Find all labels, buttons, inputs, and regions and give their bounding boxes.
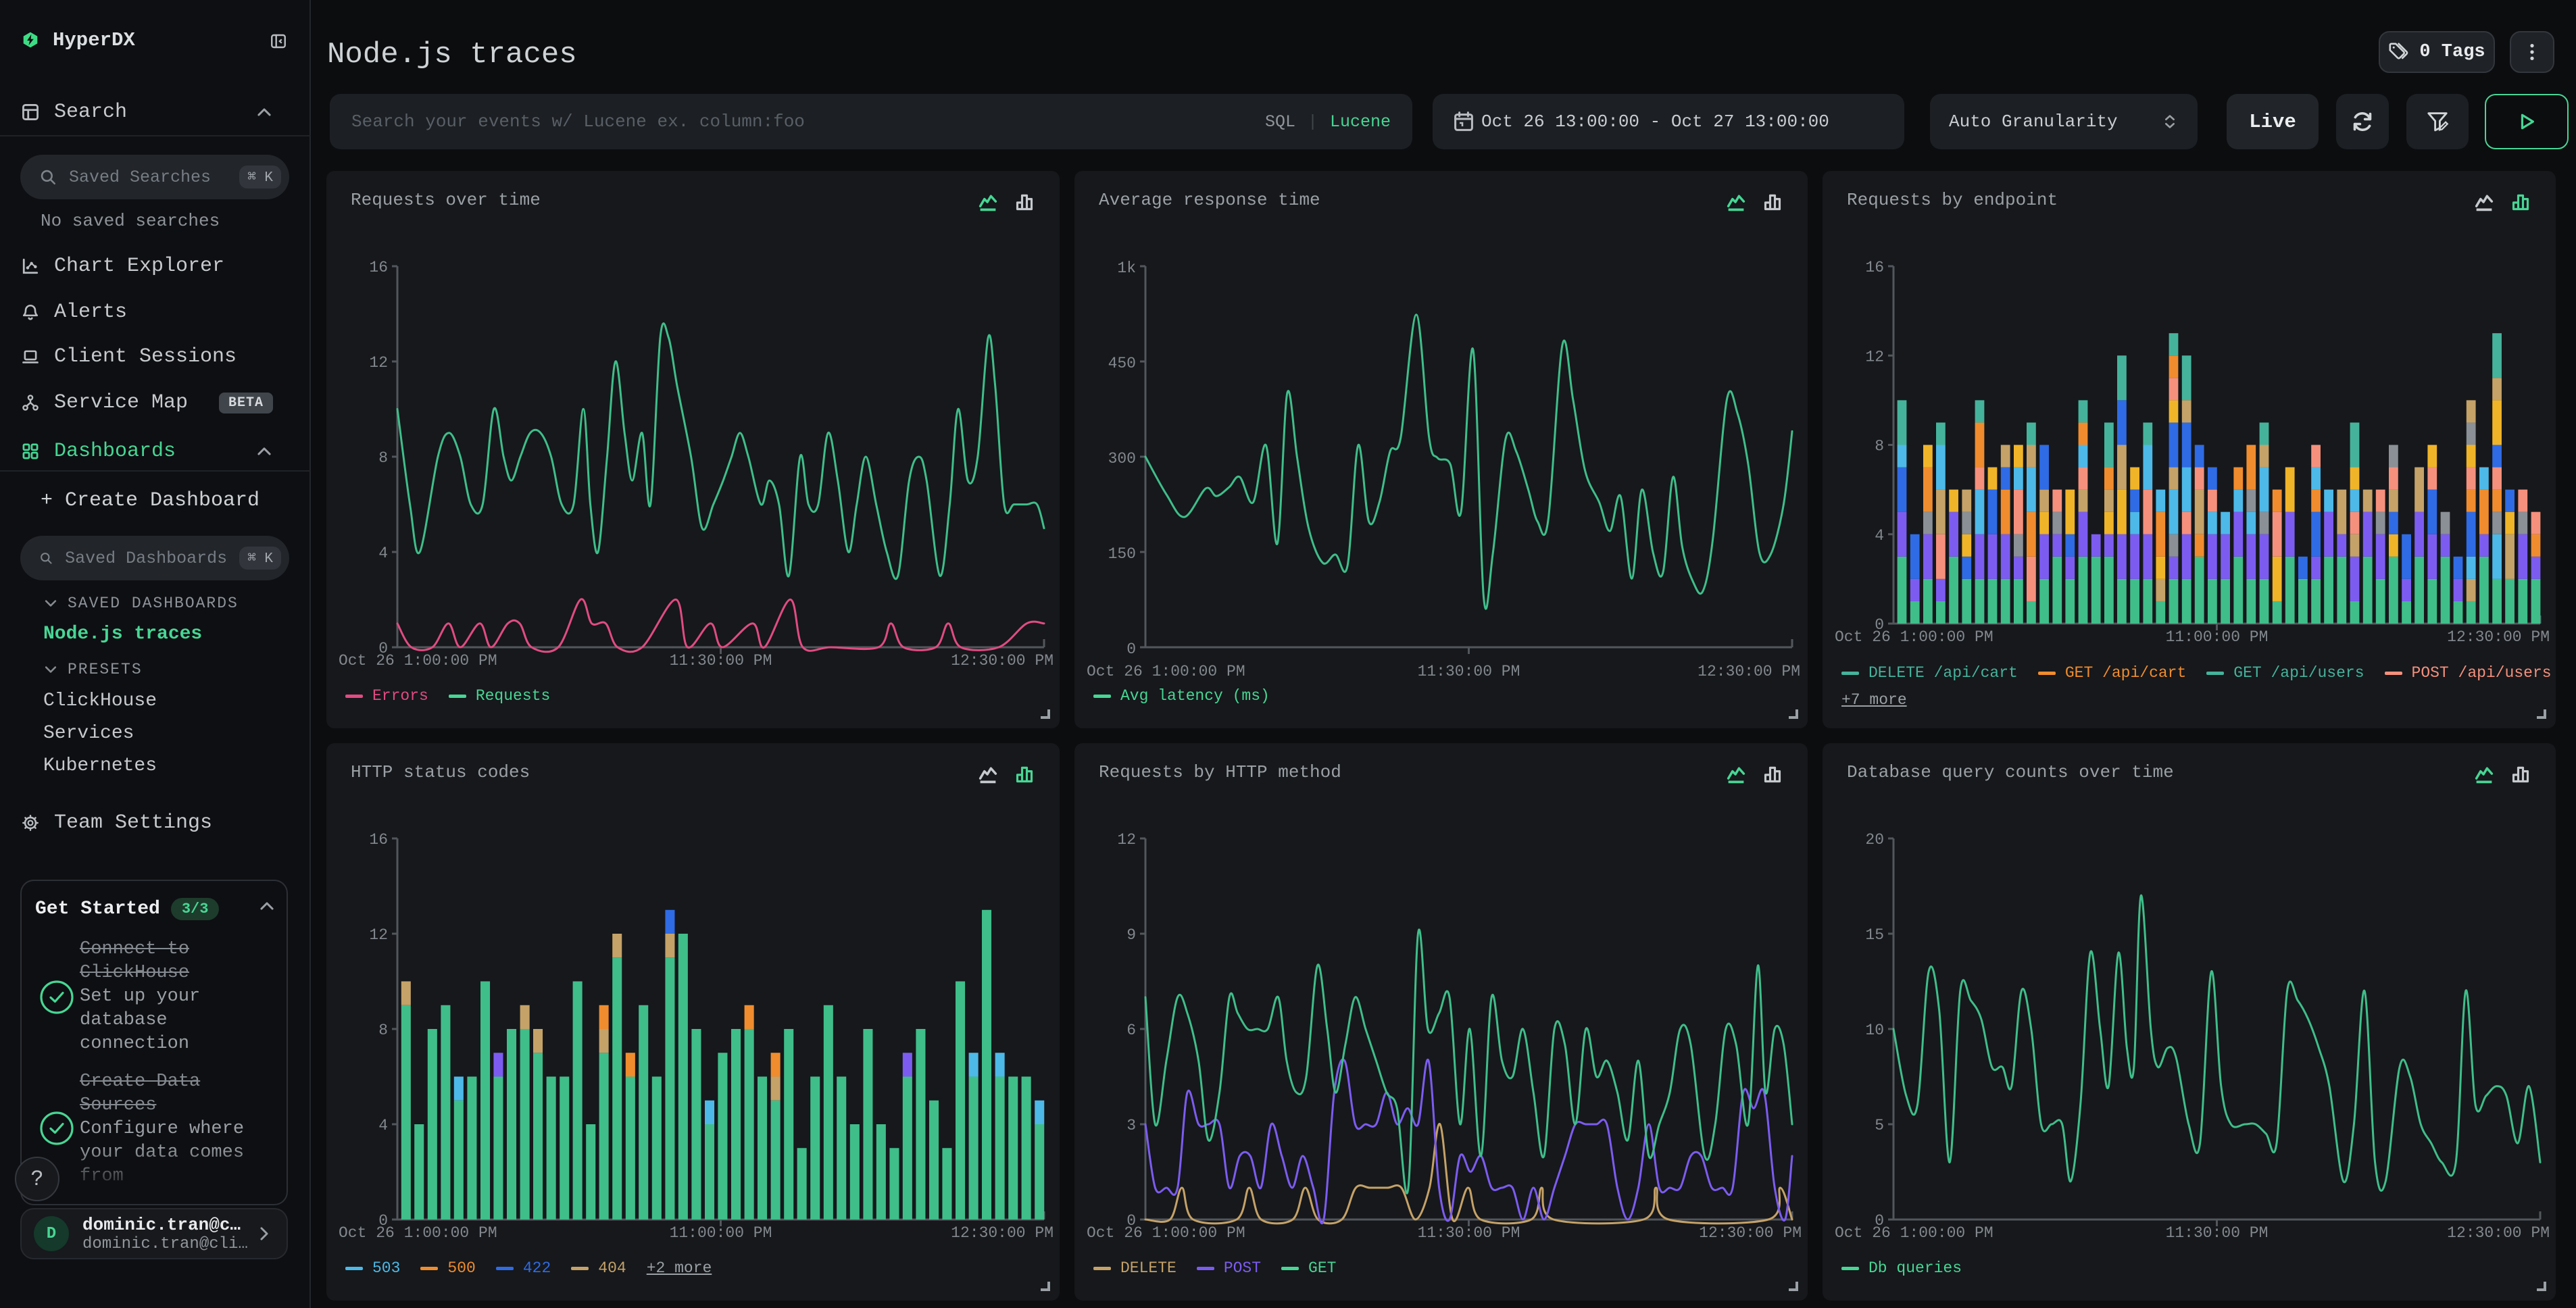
- svg-text:Oct 26 1:00:00 PM: Oct 26 1:00:00 PM: [1835, 1224, 1993, 1242]
- svg-text:12:30:00 PM: 12:30:00 PM: [2447, 628, 2550, 646]
- svg-text:5: 5: [1875, 1117, 1884, 1134]
- svg-text:16: 16: [369, 259, 388, 276]
- svg-text:10: 10: [1865, 1022, 1884, 1039]
- svg-text:3: 3: [1126, 1117, 1136, 1134]
- svg-text:15: 15: [1865, 926, 1884, 944]
- svg-text:16: 16: [1865, 259, 1884, 276]
- svg-text:12: 12: [369, 926, 388, 944]
- svg-text:4: 4: [378, 545, 388, 562]
- svg-text:12: 12: [369, 354, 388, 372]
- svg-text:12: 12: [1117, 831, 1136, 849]
- svg-text:6: 6: [1126, 1022, 1136, 1039]
- svg-text:20: 20: [1865, 831, 1884, 849]
- svg-text:Oct 26 1:00:00 PM: Oct 26 1:00:00 PM: [339, 652, 497, 670]
- svg-text:Oct 26 1:00:00 PM: Oct 26 1:00:00 PM: [1835, 628, 1993, 646]
- svg-text:11:30:00 PM: 11:30:00 PM: [670, 652, 772, 670]
- svg-text:11:00:00 PM: 11:00:00 PM: [670, 1224, 772, 1242]
- svg-text:8: 8: [378, 1022, 388, 1039]
- svg-text:1k: 1k: [1117, 259, 1136, 277]
- svg-text:4: 4: [1875, 527, 1884, 545]
- svg-text:11:30:00 PM: 11:30:00 PM: [1418, 663, 1520, 680]
- svg-text:Oct 26 1:00:00 PM: Oct 26 1:00:00 PM: [1087, 1224, 1245, 1242]
- svg-text:11:30:00 PM: 11:30:00 PM: [2166, 1224, 2269, 1242]
- svg-text:12:30:00 PM: 12:30:00 PM: [1698, 663, 1800, 680]
- svg-text:4: 4: [378, 1117, 388, 1134]
- svg-text:8: 8: [1875, 438, 1884, 455]
- svg-text:300: 300: [1108, 450, 1136, 468]
- svg-text:450: 450: [1108, 355, 1136, 372]
- svg-text:8: 8: [378, 449, 388, 467]
- svg-text:12:30:00 PM: 12:30:00 PM: [951, 652, 1054, 670]
- svg-text:150: 150: [1108, 545, 1136, 563]
- svg-text:12: 12: [1865, 348, 1884, 366]
- svg-text:12:30:00 PM: 12:30:00 PM: [2447, 1224, 2550, 1242]
- svg-text:11:30:00 PM: 11:30:00 PM: [1418, 1224, 1520, 1242]
- svg-text:Oct 26 1:00:00 PM: Oct 26 1:00:00 PM: [1087, 663, 1245, 680]
- svg-text:12:30:00 PM: 12:30:00 PM: [1699, 1224, 1802, 1242]
- svg-text:0: 0: [1126, 640, 1136, 658]
- svg-text:9: 9: [1126, 926, 1136, 944]
- svg-text:Oct 26 1:00:00 PM: Oct 26 1:00:00 PM: [339, 1224, 497, 1242]
- svg-text:12:30:00 PM: 12:30:00 PM: [951, 1224, 1054, 1242]
- svg-text:16: 16: [369, 831, 388, 849]
- svg-text:11:00:00 PM: 11:00:00 PM: [2166, 628, 2269, 646]
